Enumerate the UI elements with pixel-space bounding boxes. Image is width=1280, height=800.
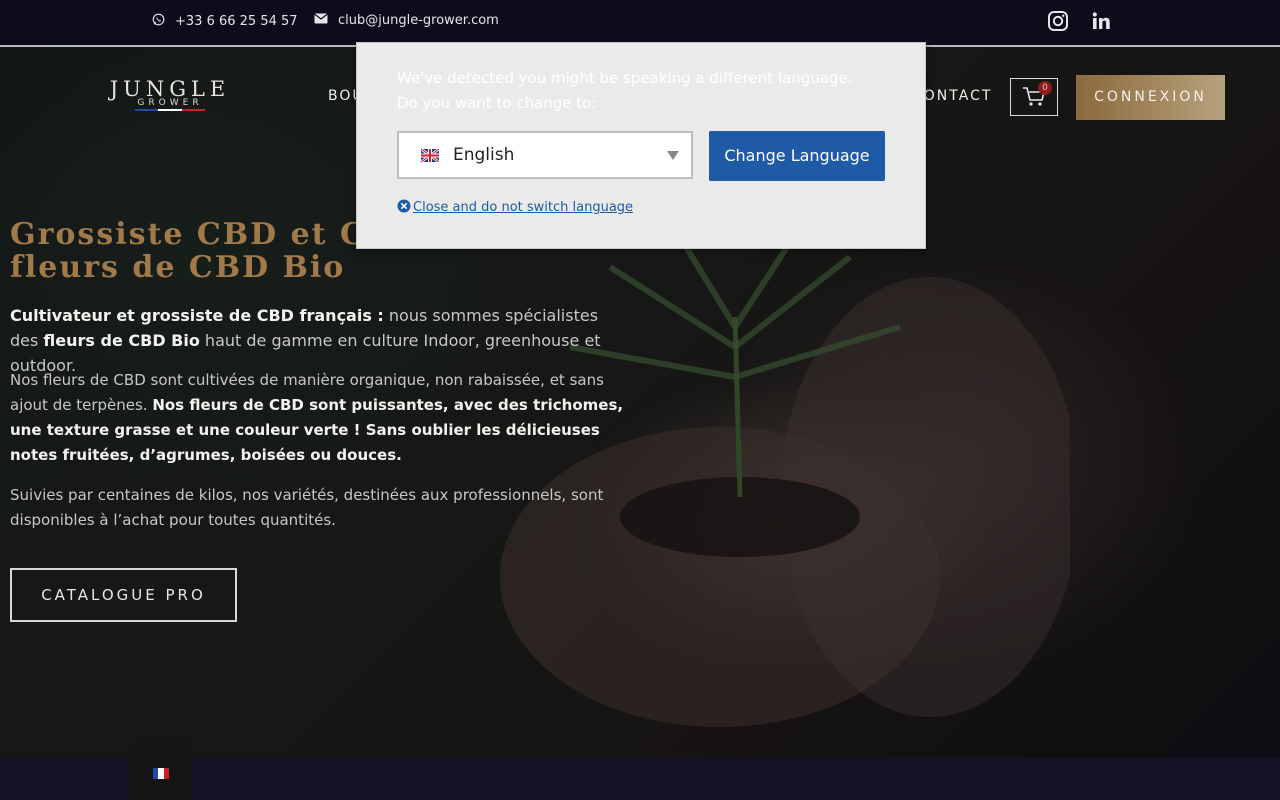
close-language-link[interactable]: Close and do not switch language: [397, 198, 633, 217]
catalogue-pro-button[interactable]: CATALOGUE PRO: [10, 568, 237, 622]
connexion-button[interactable]: CONNEXION: [1076, 75, 1225, 120]
logo-flag-stripe: [135, 109, 205, 111]
email-address: club@jungle-grower.com: [338, 13, 499, 28]
language-select[interactable]: English: [397, 131, 693, 179]
language-switcher[interactable]: [129, 742, 193, 800]
hero-paragraph-3: Suivies par centaines de kilos, nos vari…: [10, 486, 604, 529]
close-icon: [397, 198, 411, 217]
envelope-icon: [314, 13, 328, 28]
hero-paragraph-2: Nos fleurs de CBD sont cultivées de mani…: [10, 371, 624, 464]
uk-flag-icon: [421, 149, 439, 162]
linkedin-icon[interactable]: [1090, 10, 1114, 34]
french-flag-icon: [153, 768, 169, 779]
instagram-icon[interactable]: [1047, 10, 1071, 34]
phone-contact[interactable]: +33 6 66 25 54 57: [152, 13, 298, 30]
language-popup: We've detected you might be speaking a d…: [356, 42, 926, 249]
cart-button[interactable]: 0: [1010, 78, 1058, 116]
popup-message: We've detected you might be speaking a d…: [397, 69, 853, 112]
hero-paragraph-1: Cultivateur et grossiste de CBD français…: [10, 306, 601, 375]
selected-language: English: [453, 145, 515, 165]
change-language-button[interactable]: Change Language: [709, 131, 885, 181]
close-link-label: Close and do not switch language: [413, 200, 634, 215]
top-bar: +33 6 66 25 54 57 club@jungle-grower.com: [0, 0, 1280, 47]
whatsapp-icon: [152, 13, 165, 30]
jungle-grower-logo[interactable]: JUNGLE GROWER: [108, 78, 232, 116]
phone-number: +33 6 66 25 54 57: [175, 14, 298, 29]
cart-count-badge: 0: [1038, 81, 1052, 95]
email-contact[interactable]: club@jungle-grower.com: [314, 13, 499, 28]
chevron-down-icon: [667, 151, 679, 160]
